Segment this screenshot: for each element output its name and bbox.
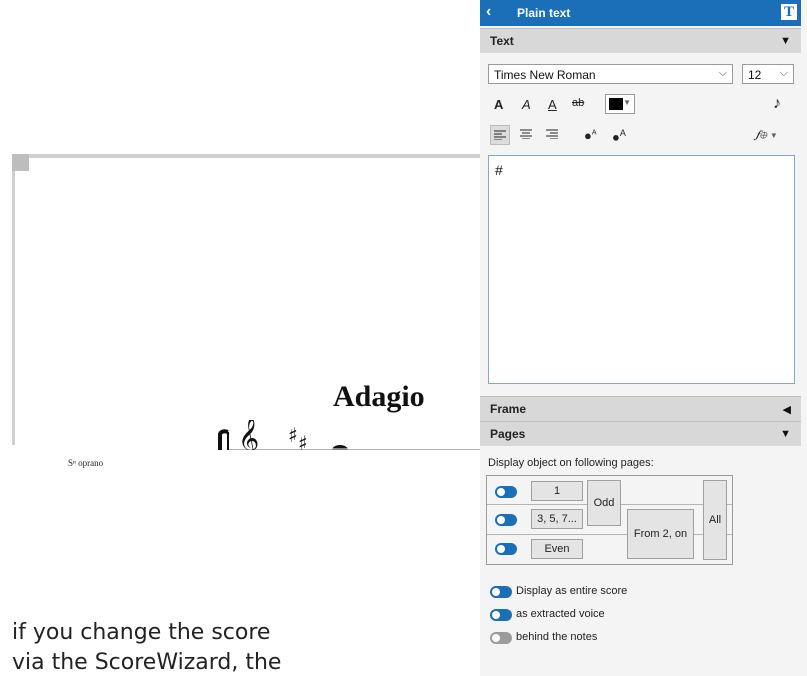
toggle-behind-notes[interactable] [490, 632, 512, 644]
text-tool-icon[interactable]: T [781, 4, 797, 20]
section-header-text[interactable]: Text ▼ [480, 28, 801, 53]
page-from-2-button[interactable]: From 2, on [627, 509, 694, 559]
section-label: Pages [490, 427, 526, 441]
toggle-knob [497, 488, 505, 496]
voice-label: Sⁿ oprano [68, 458, 104, 468]
align-center-button[interactable] [516, 125, 536, 145]
page-all-button[interactable]: All [703, 480, 727, 560]
score-preview: Adagio 𝄞 ♯ ♯ Sⁿ oprano [0, 0, 480, 468]
music-note-icon[interactable]: ♪ [773, 95, 781, 113]
section-header-pages[interactable]: Pages ▼ [480, 421, 801, 446]
font-size-select[interactable]: 12 ⌵ [742, 64, 794, 84]
dynamics-symbol-button[interactable]: 𝆑⊕ ▼ [756, 129, 778, 142]
option-label: behind the notes [516, 631, 598, 643]
back-chevron-icon[interactable]: ‹ [486, 3, 491, 21]
page-left-edge [12, 154, 15, 445]
svg-text:♯: ♯ [298, 431, 308, 450]
collapse-triangle-down-icon: ▼ [780, 428, 791, 440]
align-center-icon [520, 129, 532, 140]
align-right-icon [546, 129, 558, 140]
expand-triangle-left-icon: ◀ [782, 404, 791, 416]
font-family-select[interactable]: Times New Roman ⌵ [488, 64, 733, 84]
subscript-button[interactable]: ●A [584, 128, 597, 143]
align-right-button[interactable] [542, 125, 562, 145]
toggle-knob [497, 516, 505, 524]
italic-button[interactable]: A [522, 97, 531, 112]
toggle-knob [492, 634, 500, 642]
page-odd-sequence-button[interactable]: 3, 5, 7... [531, 509, 583, 529]
page-first-button[interactable]: 1 [531, 481, 583, 501]
strikethrough-button[interactable]: ab [572, 97, 584, 109]
toggle-knob [497, 545, 505, 553]
tempo-marking[interactable]: Adagio [333, 380, 425, 414]
page-corner-handle[interactable] [12, 154, 29, 171]
pages-caption: Display object on following pages: [488, 457, 654, 469]
dynamics-icon: 𝆑⊕ [756, 129, 767, 141]
align-left-icon [494, 130, 506, 141]
panel-titlebar: ‹ Plain text T [480, 0, 801, 26]
page-odd-button[interactable]: Odd [587, 480, 621, 526]
toggle-extracted-voice[interactable] [490, 609, 512, 621]
dropdown-triangle-icon: ▼ [769, 131, 778, 140]
page-even-button[interactable]: Even [531, 539, 583, 559]
svg-text:♯: ♯ [288, 423, 298, 447]
svg-text:𝄞: 𝄞 [238, 420, 259, 450]
page-toggle-even[interactable] [495, 543, 517, 555]
staff-fragment: 𝄞 ♯ ♯ [218, 420, 480, 450]
chevron-down-icon: ⌵ [779, 67, 788, 79]
text-editor-content: # [495, 162, 503, 178]
font-family-value: Times New Roman [494, 68, 596, 82]
text-editor[interactable]: # [488, 155, 795, 384]
underline-button[interactable]: A [548, 97, 557, 112]
bold-button[interactable]: A [494, 97, 503, 112]
option-label: as extracted voice [516, 608, 605, 620]
panel-title: Plain text [517, 6, 571, 20]
dropdown-triangle-icon: ▼ [623, 98, 631, 107]
section-label: Frame [490, 402, 527, 416]
collapse-triangle-down-icon: ▼ [780, 35, 791, 47]
properties-panel: ‹ Plain text T Text ▼ Times New Roman ⌵ … [480, 0, 807, 676]
align-left-button[interactable] [490, 125, 510, 145]
body-text-line: via the ScoreWizard, the [12, 650, 282, 675]
body-text-line: if you change the score [12, 620, 271, 645]
option-label: Display as entire score [516, 585, 628, 597]
page-toggle-first[interactable] [495, 486, 517, 498]
page-top-edge [12, 154, 480, 158]
text-color-picker[interactable]: ▼ [605, 94, 635, 114]
section-label: Text [490, 34, 514, 48]
page-selection-grid: 1 3, 5, 7... Even Odd From 2, on All [486, 475, 733, 565]
page-toggle-odd[interactable] [495, 514, 517, 526]
toggle-knob [492, 611, 500, 619]
chevron-down-icon: ⌵ [718, 67, 727, 79]
color-swatch-fill [609, 98, 623, 110]
section-header-frame[interactable]: Frame ◀ [480, 396, 801, 421]
font-size-value: 12 [748, 68, 762, 82]
toggle-knob [492, 588, 500, 596]
superscript-button[interactable]: ●A [612, 128, 626, 144]
toggle-entire-score[interactable] [490, 586, 512, 598]
grid-divider [487, 534, 732, 535]
